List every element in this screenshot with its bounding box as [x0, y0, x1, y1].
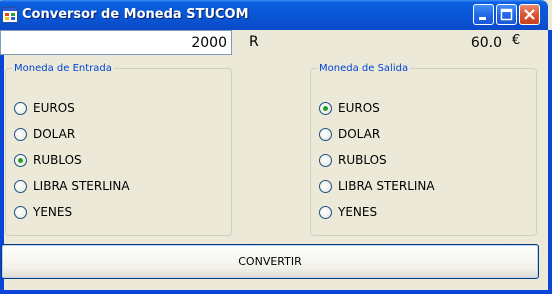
radio-button-checked[interactable] — [14, 153, 27, 167]
option-label: DOLAR — [33, 127, 76, 141]
title-bar[interactable]: Conversor de Moneda STUCOM — [0, 0, 548, 30]
radio-button[interactable] — [319, 179, 332, 193]
input-option-libra-sterlina[interactable]: LIBRA STERLINA — [14, 178, 130, 194]
option-label: LIBRA STERLINA — [33, 179, 130, 193]
convert-button[interactable]: CONVERTIR — [1, 244, 539, 279]
minimize-button[interactable] — [473, 4, 494, 25]
input-currency-group: Moneda de Entrada EUROS DOLAR RUBLOS LIB… — [5, 63, 232, 236]
result-value: 60.0 — [470, 35, 502, 51]
option-label: EUROS — [338, 101, 380, 115]
option-label: RUBLOS — [338, 153, 387, 167]
output-currency-symbol: € — [512, 33, 521, 48]
output-currency-group: Moneda de Salida EUROS DOLAR RUBLOS LIBR… — [310, 63, 537, 236]
input-option-rublos[interactable]: RUBLOS — [14, 152, 82, 168]
convert-button-label: CONVERTIR — [238, 255, 302, 268]
output-option-euros[interactable]: EUROS — [319, 100, 380, 116]
amount-input[interactable] — [0, 30, 232, 55]
close-icon — [524, 9, 535, 20]
window-title: Conversor de Moneda STUCOM — [22, 7, 249, 22]
maximize-icon — [500, 8, 513, 21]
option-label: DOLAR — [338, 127, 381, 141]
output-currency-legend: Moneda de Salida — [319, 63, 409, 74]
input-currency-legend: Moneda de Entrada — [14, 63, 112, 74]
radio-button[interactable] — [14, 101, 27, 115]
radio-button-checked[interactable] — [319, 101, 332, 115]
radio-button[interactable] — [319, 153, 332, 167]
minimize-icon — [479, 17, 486, 20]
output-option-dolar[interactable]: DOLAR — [319, 126, 380, 142]
option-label: EUROS — [33, 101, 75, 115]
maximize-button[interactable] — [496, 4, 517, 25]
radio-button[interactable] — [319, 205, 332, 219]
output-option-yenes[interactable]: YENES — [319, 204, 377, 220]
radio-button[interactable] — [319, 127, 332, 141]
radio-button[interactable] — [14, 127, 27, 141]
radio-button[interactable] — [14, 205, 27, 219]
output-option-libra-sterlina[interactable]: LIBRA STERLINA — [319, 178, 435, 194]
input-currency-symbol: R — [249, 34, 259, 50]
input-option-dolar[interactable]: DOLAR — [14, 126, 75, 142]
output-option-rublos[interactable]: RUBLOS — [319, 152, 387, 168]
option-label: YENES — [33, 205, 73, 219]
input-option-euros[interactable]: EUROS — [14, 100, 75, 116]
option-label: RUBLOS — [33, 153, 82, 167]
app-icon[interactable] — [2, 7, 18, 23]
close-button[interactable] — [519, 4, 540, 25]
option-label: YENES — [338, 205, 378, 219]
option-label: LIBRA STERLINA — [338, 179, 435, 193]
radio-button[interactable] — [14, 179, 27, 193]
input-option-yenes[interactable]: YENES — [14, 204, 72, 220]
